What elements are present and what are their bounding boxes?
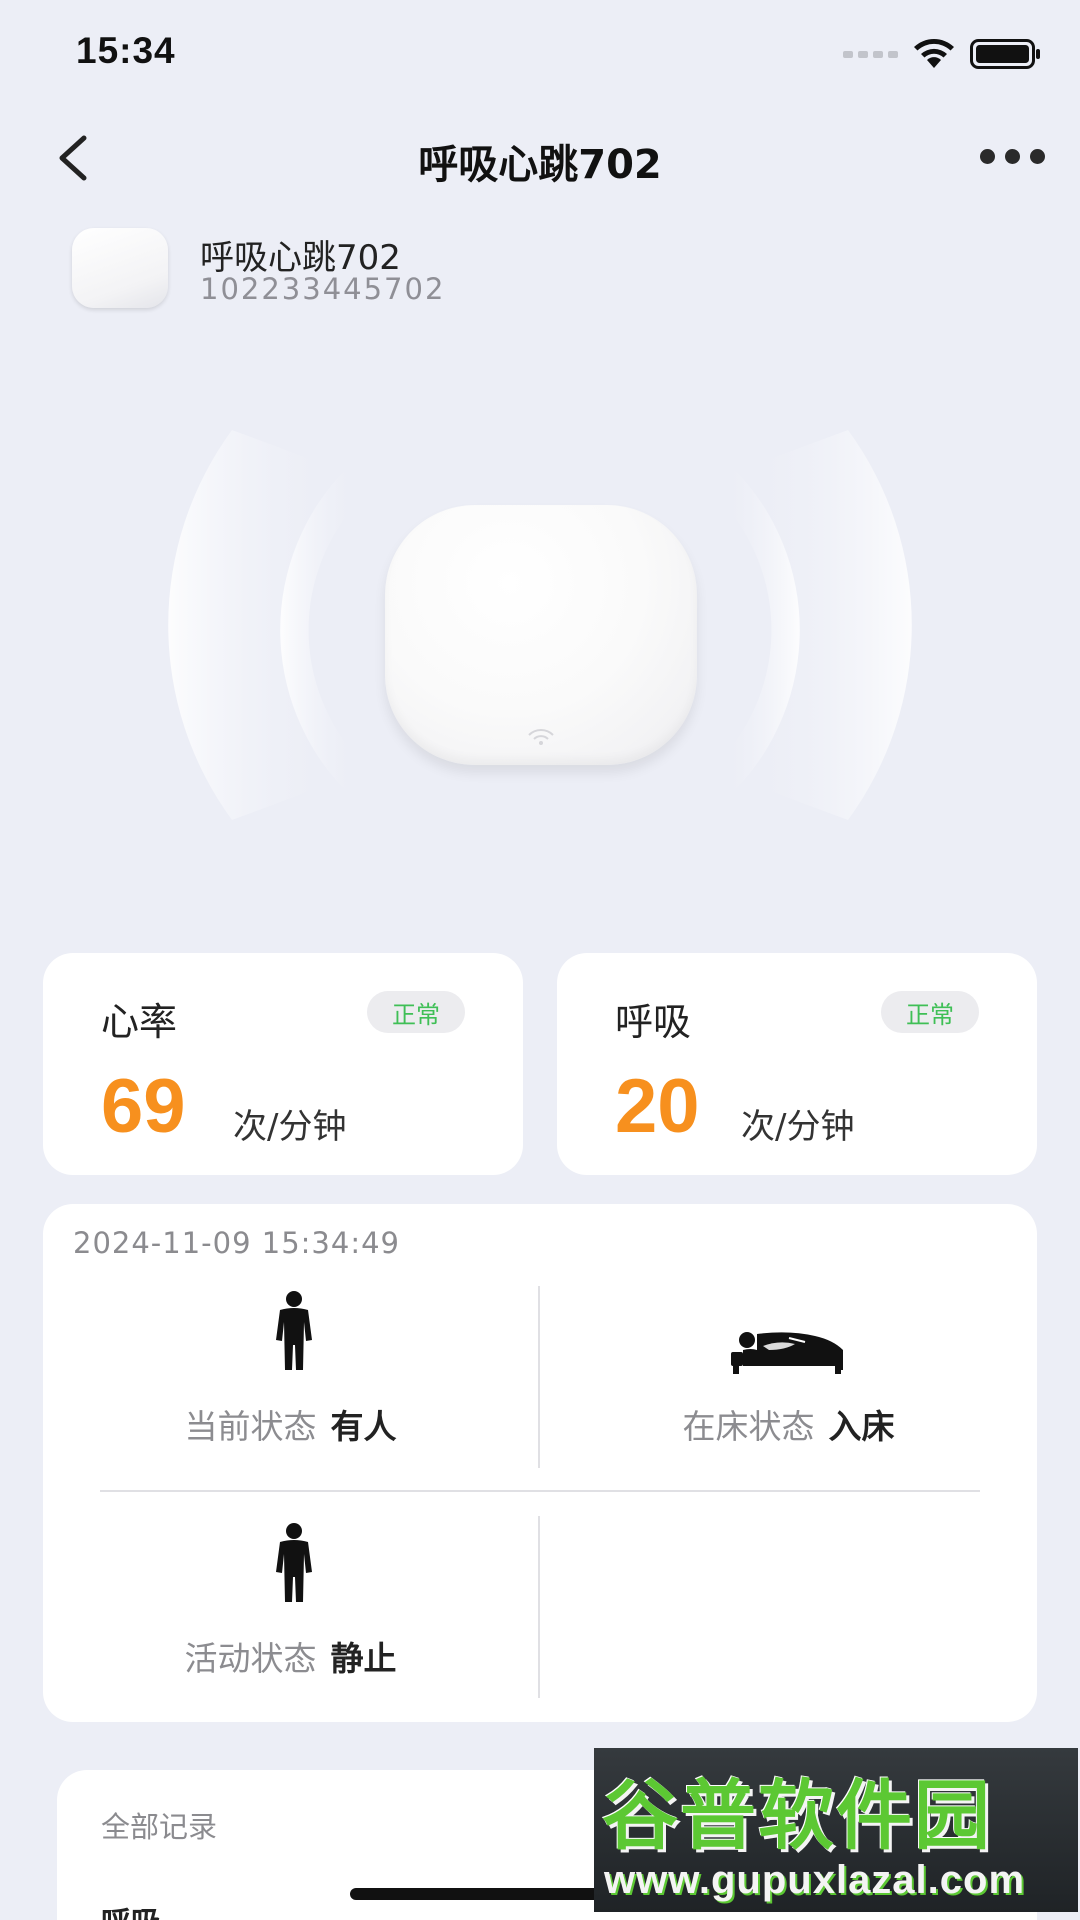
person-standing-icon xyxy=(276,1523,312,1602)
status-icons xyxy=(843,38,1042,70)
bed-state-value: 入床 xyxy=(828,1407,895,1446)
watermark-text: 谷普软件园 xyxy=(602,1771,992,1860)
current-state-label: 当前状态 xyxy=(184,1407,317,1446)
heart-rate-value: 69 xyxy=(101,1064,186,1149)
records-title: 全部记录 xyxy=(101,1810,218,1844)
more-options-button[interactable] xyxy=(974,136,1050,176)
status-panel: 2024-11-09 15:34:49 当前状态 有人 在床状态 入床 活动状态 静止 xyxy=(43,1204,1037,1722)
status-timestamp: 2024-11-09 15:34:49 xyxy=(73,1226,400,1260)
page-title: 呼吸心跳702 xyxy=(418,142,662,188)
battery-icon xyxy=(970,39,1040,69)
heart-rate-card[interactable]: 心率 正常 69 次/分钟 xyxy=(43,953,523,1175)
heart-rate-status-badge: 正常 xyxy=(367,991,465,1033)
device-info: 呼吸心跳702 102233445702 xyxy=(72,224,672,310)
current-state-value: 有人 xyxy=(330,1407,397,1446)
current-state: 当前状态 有人 xyxy=(43,1400,538,1448)
device-serial: 102233445702 xyxy=(200,272,446,306)
bed-state: 在床状态 入床 xyxy=(540,1400,1037,1448)
device-image xyxy=(385,505,697,765)
heart-rate-unit: 次/分钟 xyxy=(233,1107,347,1147)
wifi-logo-icon xyxy=(528,729,554,745)
breathing-value: 20 xyxy=(615,1064,700,1149)
cellular-signal-icon xyxy=(843,50,898,58)
status-bar: 15:34 xyxy=(0,0,1080,100)
bed-state-label: 在床状态 xyxy=(682,1407,815,1446)
activity-state: 活动状态 静止 xyxy=(43,1632,538,1680)
watermark-url: www.gupuxlazal.com xyxy=(604,1858,1026,1902)
activity-state-label: 活动状态 xyxy=(184,1639,317,1678)
person-standing-icon xyxy=(276,1291,312,1370)
device-illustration xyxy=(0,400,1080,870)
more-dots-icon xyxy=(979,148,995,164)
status-time: 15:34 xyxy=(76,30,176,71)
wifi-icon xyxy=(914,39,954,68)
breathing-label: 呼吸 xyxy=(615,1000,692,1044)
device-thumbnail xyxy=(72,228,168,308)
activity-state-value: 静止 xyxy=(330,1639,397,1678)
heart-rate-label: 心率 xyxy=(101,1000,178,1044)
breathing-card[interactable]: 呼吸 正常 20 次/分钟 xyxy=(557,953,1037,1175)
breathing-unit: 次/分钟 xyxy=(741,1107,855,1147)
nav-bar: 呼吸心跳702 xyxy=(0,110,1080,202)
watermark-logo: 谷普软件园 www.gupuxlazal.com xyxy=(594,1748,1078,1912)
records-item-breathing[interactable]: 呼吸 xyxy=(101,1898,161,1920)
breathing-status-badge: 正常 xyxy=(881,991,979,1033)
person-in-bed-icon xyxy=(731,1332,843,1374)
divider xyxy=(100,1490,980,1492)
divider xyxy=(538,1516,540,1698)
